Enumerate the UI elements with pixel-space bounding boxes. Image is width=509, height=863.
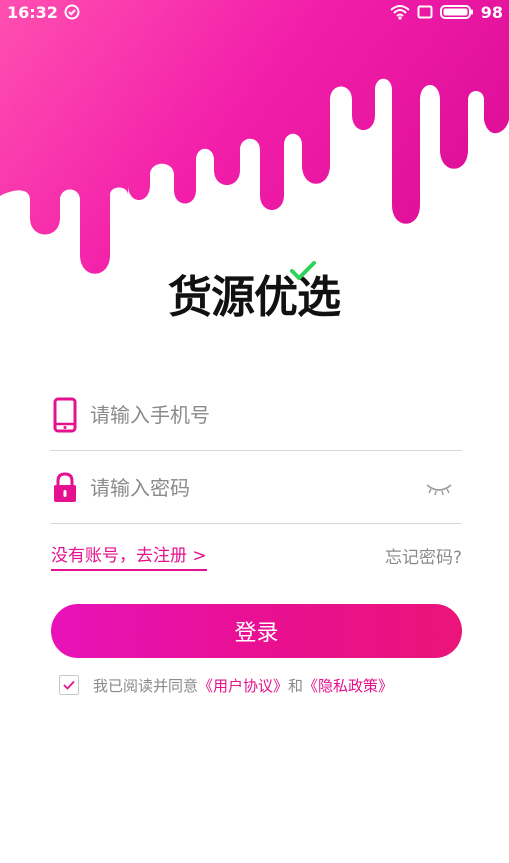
battery-level: 98 [480,2,503,22]
logo-check-icon [290,261,316,280]
register-link[interactable]: 没有账号，去注册 > [51,541,207,571]
auth-links-row: 没有账号，去注册 > 忘记密码? [50,537,462,573]
phone-input[interactable] [88,402,412,428]
forgot-password-link[interactable]: 忘记密码? [385,543,462,568]
privacy-policy-link[interactable]: 《隐私政策》 [303,675,393,696]
password-input[interactable] [88,475,412,501]
check-circle-icon [64,4,80,20]
agreement-and: 和 [288,676,304,695]
screen-icon [417,5,433,19]
agreement-prefix: 我已阅读并同意 [93,676,199,695]
header-wave-decoration [0,0,509,274]
agreement-checkbox[interactable] [59,675,79,695]
agreement-row: 我已阅读并同意 《用户协议》 和 《隐私政策》 [59,672,393,698]
password-field [50,453,462,524]
battery-icon [439,5,473,19]
checkmark-icon [63,680,75,690]
login-button[interactable]: 登录 [51,604,462,658]
wifi-icon [390,5,410,20]
status-time: 16:32 [7,2,58,22]
eye-closed-icon[interactable] [426,479,452,497]
app-logo: 货源优选 [168,261,348,323]
phone-field [50,380,462,451]
status-bar: 16:32 98 [0,0,509,24]
lock-icon [50,468,80,508]
phone-icon [50,395,80,435]
user-agreement-link[interactable]: 《用户协议》 [198,675,288,696]
